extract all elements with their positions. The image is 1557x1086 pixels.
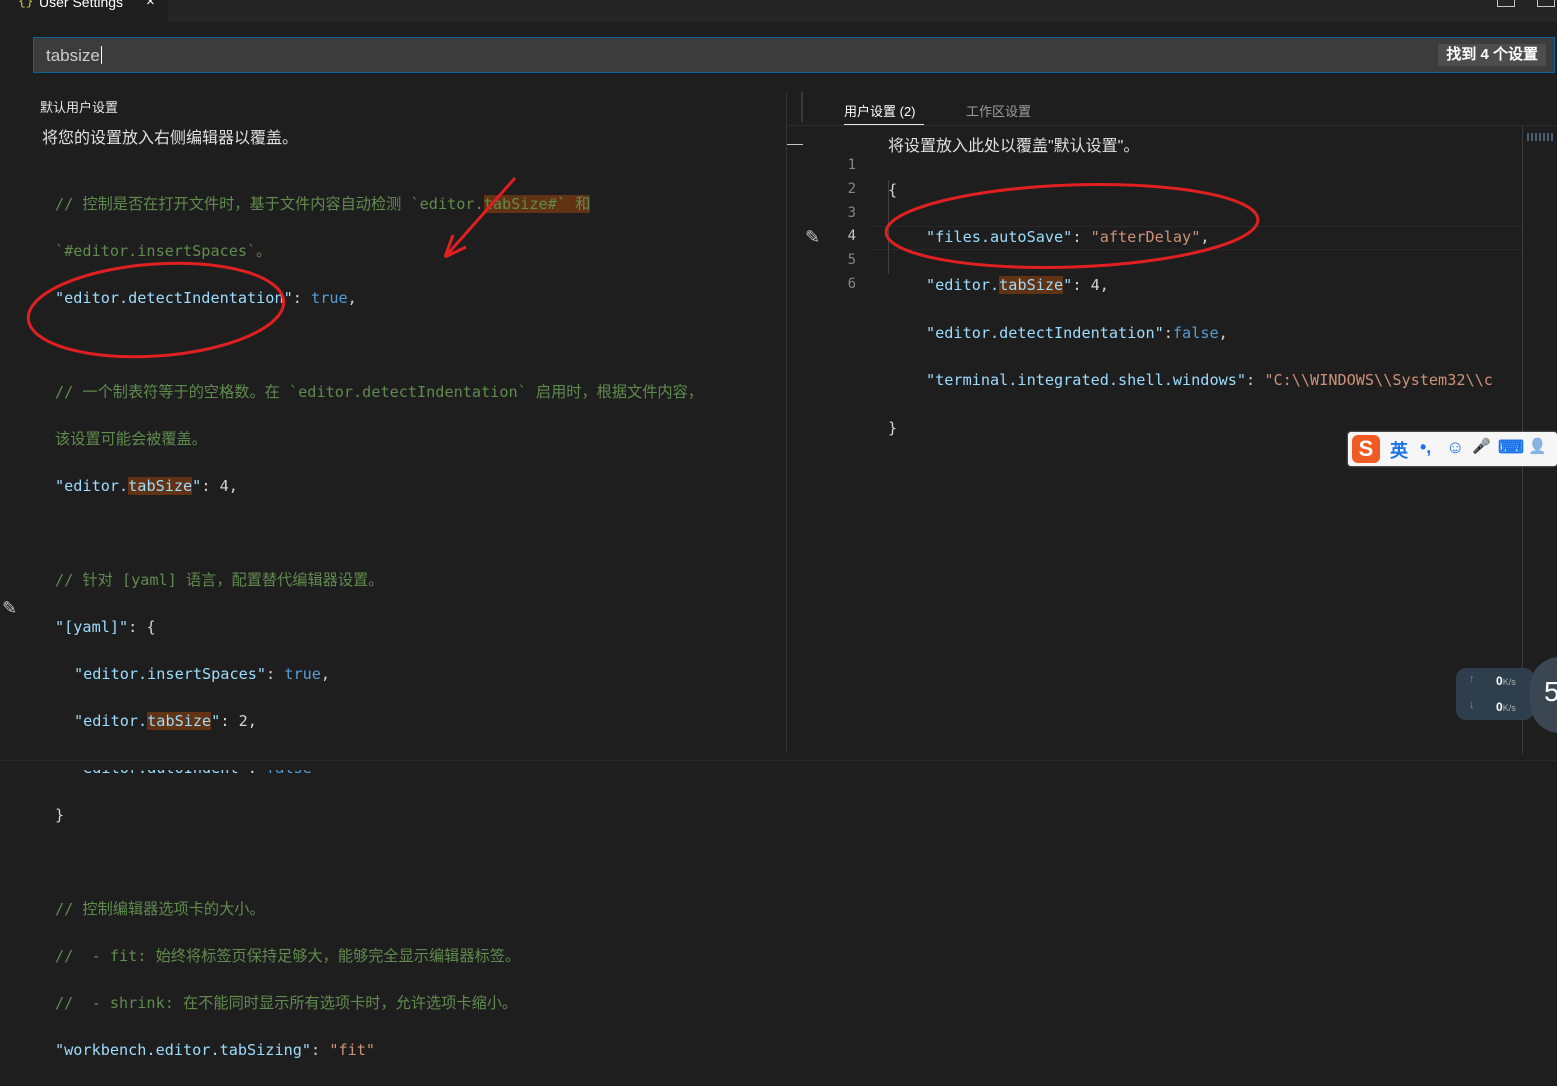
microphone-icon[interactable]: 🎤	[1472, 437, 1491, 455]
setting-tab-sizing[interactable]: "workbench.editor.tabSizing": "fit"	[55, 1039, 703, 1063]
sogou-logo-icon[interactable]: S	[1352, 435, 1380, 463]
annotation-ellipse-right	[884, 183, 1260, 269]
annotation-arrow-shaft	[443, 177, 517, 258]
download-arrow-icon: ↓	[1469, 699, 1475, 711]
code-line: // 控制编辑器选项卡的大小。	[55, 899, 265, 918]
code-line: // - fit: 始终将标签页保持足够大，能够完全显示编辑器标签。	[55, 946, 521, 965]
code-line: // - shrink: 在不能同时显示所有选项卡时，允许选项卡缩小。	[55, 993, 518, 1012]
code-line: }	[55, 805, 65, 824]
ime-toolbar[interactable]: S 英 •, ☺ 🎤 ⌨ 👤	[1348, 432, 1557, 466]
annotation-ellipse-left	[26, 261, 286, 359]
network-speed-widget: ↑ 0K/s ↓ 0K/s	[1456, 668, 1534, 720]
emoji-icon[interactable]: ☺	[1446, 437, 1464, 458]
upload-speed: 0K/s	[1496, 674, 1516, 688]
user-icon[interactable]: 👤	[1528, 437, 1547, 455]
download-speed: 0K/s	[1496, 700, 1516, 714]
upload-arrow-icon: ↑	[1469, 673, 1475, 685]
keyboard-icon[interactable]: ⌨	[1498, 437, 1524, 458]
punctuation-icon[interactable]: •,	[1420, 437, 1431, 458]
ime-mode-toggle[interactable]: 英	[1390, 437, 1408, 463]
badge-number: 5	[1544, 676, 1557, 707]
red-annotations	[26, 177, 1260, 359]
